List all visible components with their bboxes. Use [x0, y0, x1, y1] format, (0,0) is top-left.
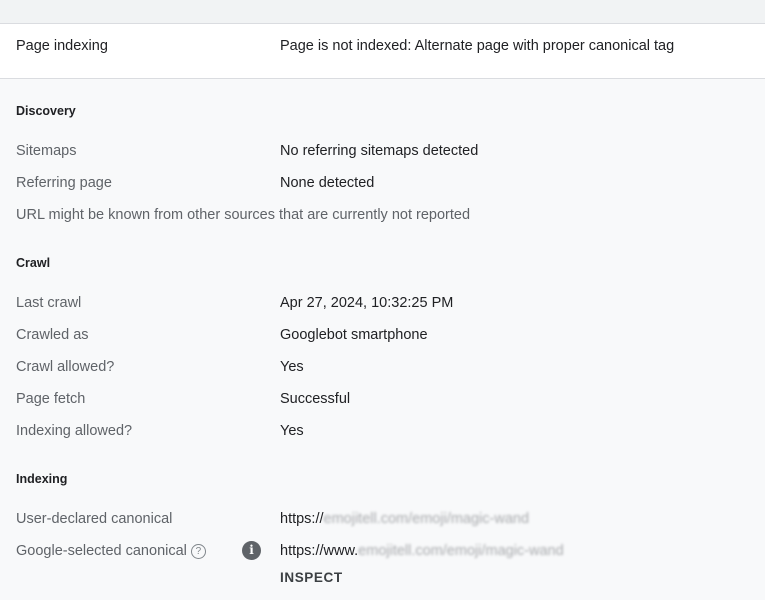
user-declared-canonical-label: User-declared canonical	[16, 511, 173, 527]
indexing-allowed-value: Yes	[280, 423, 304, 439]
page-indexing-summary-row: Page indexing Page is not indexed: Alter…	[0, 24, 765, 79]
indexing-section-title: Indexing	[16, 472, 68, 486]
crawl-allowed-label: Crawl allowed?	[16, 359, 115, 375]
top-strip	[0, 0, 765, 24]
google-canonical-url-prefix: https://www.	[280, 543, 359, 559]
indexing-allowed-label: Indexing allowed?	[16, 423, 133, 439]
google-selected-canonical-value: https://www.emojitell.com/emoji/magic-wa…	[280, 543, 564, 559]
discovery-note: URL might be known from other sources th…	[16, 207, 471, 223]
crawled-as-value: Googlebot smartphone	[280, 327, 428, 343]
google-canonical-label-text: Google-selected canonical	[16, 543, 187, 559]
page-fetch-value: Successful	[280, 391, 351, 407]
crawl-section-title: Crawl	[16, 256, 51, 270]
user-canonical-url-redacted: emojitell.com/emoji/magic-wand	[323, 511, 530, 527]
page-indexing-status: Page is not indexed: Alternate page with…	[280, 38, 675, 54]
user-canonical-url-prefix: https://	[280, 511, 324, 527]
crawled-as-label: Crawled as	[16, 327, 89, 343]
help-circle-icon[interactable]: ?	[190, 544, 206, 559]
user-declared-canonical-value: https://emojitell.com/emoji/magic-wand	[280, 511, 529, 527]
last-crawl-value: Apr 27, 2024, 10:32:25 PM	[280, 295, 454, 311]
inspect-button[interactable]: INSPECT	[280, 570, 343, 585]
last-crawl-label: Last crawl	[16, 295, 82, 311]
discovery-section-title: Discovery	[16, 104, 76, 118]
google-canonical-url-redacted: emojitell.com/emoji/magic-wand	[358, 543, 564, 559]
page-fetch-label: Page fetch	[16, 391, 86, 407]
referring-page-label: Referring page	[16, 175, 112, 191]
sitemaps-value: No referring sitemaps detected	[280, 143, 479, 159]
google-selected-canonical-label: Google-selected canonical?	[16, 543, 206, 559]
page-indexing-label: Page indexing	[16, 38, 108, 54]
crawl-allowed-value: Yes	[280, 359, 304, 375]
referring-page-value: None detected	[280, 175, 375, 191]
sitemaps-label: Sitemaps	[16, 143, 77, 159]
info-icon[interactable]: i	[242, 541, 261, 560]
